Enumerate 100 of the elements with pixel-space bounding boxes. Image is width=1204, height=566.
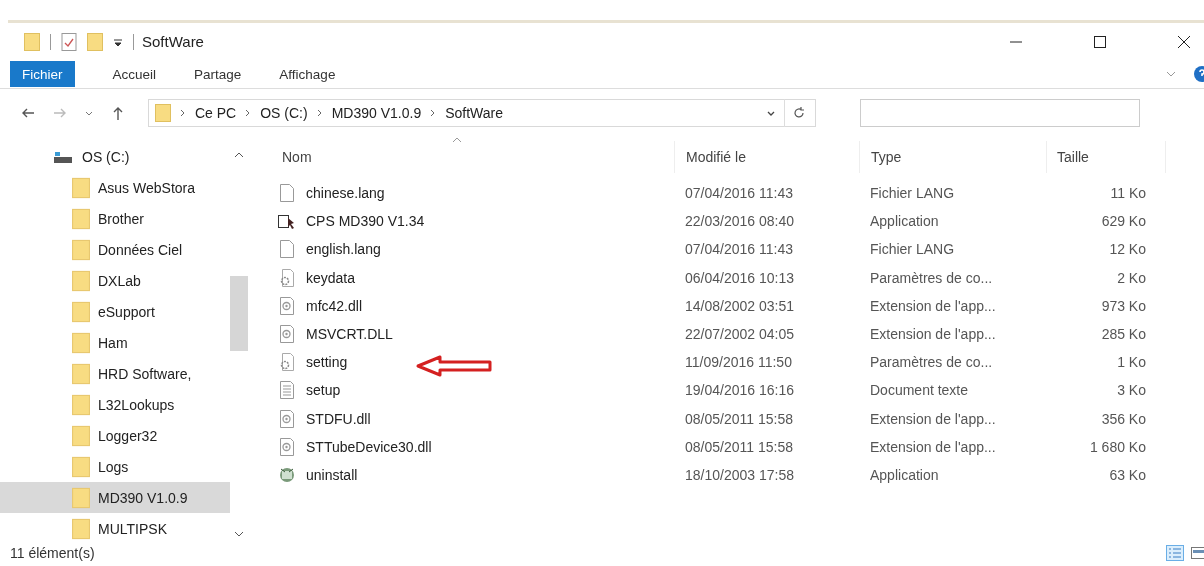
gear-file-icon: [278, 437, 296, 456]
sidebar-item[interactable]: MULTIPSK: [0, 513, 230, 540]
modified-date: 14/08/2002 03:51: [684, 297, 795, 314]
modified-date: 06/04/2016 10:13: [684, 269, 795, 286]
file-size: 63 Ko: [1108, 466, 1147, 483]
folder-icon: [72, 269, 90, 292]
customize-dropdown-icon[interactable]: [113, 36, 123, 47]
folder-icon: [72, 331, 90, 354]
settings-file-icon: [278, 353, 296, 372]
modified-date: 11/09/2016 11:50: [684, 354, 793, 371]
sidebar-item[interactable]: Logger32: [0, 420, 230, 451]
file-size: 973 Ko: [1100, 297, 1147, 314]
file-size: 1 Ko: [1116, 354, 1147, 371]
modified-date: 18/10/2003 17:58: [684, 466, 795, 483]
sidebar-item[interactable]: Données Ciel: [0, 234, 230, 265]
refresh-icon[interactable]: [791, 105, 807, 121]
sidebar-item[interactable]: eSupport: [0, 296, 230, 327]
breadcrumb[interactable]: OS (C:): [260, 105, 308, 121]
file-name[interactable]: uninstall: [306, 466, 358, 483]
file-name[interactable]: MSVCRT.DLL: [306, 326, 393, 343]
file-name[interactable]: CPS MD390 V1.34: [306, 213, 425, 230]
folder-icon: [72, 238, 90, 261]
sidebar-item[interactable]: L32Lookups: [0, 389, 230, 420]
application-icon: [278, 212, 296, 231]
ribbon-tab[interactable]: Affichage: [267, 61, 348, 87]
sidebar-item[interactable]: Logs: [0, 451, 230, 482]
file-size: 3 Ko: [1116, 382, 1147, 399]
file-type: Application: [869, 213, 940, 230]
sidebar-item[interactable]: Ham: [0, 327, 230, 358]
folder-icon: [155, 104, 171, 122]
modified-date: 08/05/2011 15:58: [684, 410, 794, 427]
file-size: 12 Ko: [1108, 241, 1147, 258]
folder-icon: [72, 517, 90, 540]
ribbon-tab[interactable]: Accueil: [100, 61, 169, 87]
file-type: Paramètres de co...: [869, 269, 994, 286]
file-size: 285 Ko: [1100, 326, 1147, 343]
text-file-icon: [278, 381, 296, 400]
file-type: Paramètres de co...: [869, 354, 994, 371]
file-type: Extension de l'app...: [869, 410, 997, 427]
column-header[interactable]: Modifié le: [674, 141, 859, 173]
folder-icon: [72, 207, 90, 230]
modified-date: 07/04/2016 11:43: [684, 185, 794, 202]
file-type: Extension de l'app...: [869, 438, 997, 455]
sidebar-item[interactable]: HRD Software,: [0, 358, 230, 389]
ribbon-tab[interactable]: Partage: [182, 61, 254, 87]
breadcrumb[interactable]: Ce PC: [195, 105, 237, 121]
file-name[interactable]: english.lang: [306, 241, 381, 258]
gear-file-icon: [278, 409, 296, 428]
scroll-up-icon[interactable]: [234, 151, 244, 159]
file-icon: [278, 184, 296, 203]
file-size: 629 Ko: [1100, 213, 1147, 230]
ribbon-tab[interactable]: Fichier: [10, 61, 75, 87]
folder-icon: [72, 176, 90, 199]
large-icons-view-icon[interactable]: [1190, 545, 1204, 561]
column-header[interactable]: Type: [859, 141, 1046, 173]
breadcrumb[interactable]: MD390 V1.0.9: [331, 105, 422, 121]
column-header[interactable]: Nom: [272, 141, 674, 173]
folder-icon: [72, 486, 90, 509]
search-field[interactable]: [860, 99, 1140, 127]
modified-date: 08/05/2011 15:58: [684, 438, 794, 455]
file-size: 356 Ko: [1100, 410, 1147, 427]
file-name[interactable]: setting: [306, 354, 348, 371]
file-size: 1 680 Ko: [1088, 438, 1147, 455]
chevron-icon: [180, 109, 186, 117]
file-name[interactable]: STDFU.dll: [306, 410, 371, 427]
column-header[interactable]: Taille: [1046, 141, 1166, 173]
sidebar-item[interactable]: MD390 V1.0.9: [0, 482, 230, 513]
file-type: Extension de l'app...: [869, 326, 997, 343]
expand-ribbon-icon[interactable]: [1166, 69, 1176, 79]
folder-icon: [72, 300, 90, 323]
file-name[interactable]: setup: [306, 382, 341, 399]
scrollbar-thumb[interactable]: [230, 276, 248, 351]
folder-icon: [72, 393, 90, 416]
chevron-icon: [245, 109, 252, 117]
sort-ascending-icon: [452, 137, 462, 143]
chevron-icon: [316, 109, 323, 117]
properties-icon[interactable]: [61, 32, 77, 51]
sidebar-item[interactable]: Brother: [0, 203, 230, 234]
file-type: Application: [869, 466, 940, 483]
scroll-down-icon[interactable]: [234, 530, 244, 538]
file-icon: [278, 240, 296, 259]
breadcrumb[interactable]: SoftWare: [445, 105, 504, 121]
file-name[interactable]: mfc42.dll: [306, 297, 363, 314]
sidebar-item[interactable]: OS (C:): [0, 141, 230, 172]
file-name[interactable]: chinese.lang: [306, 185, 385, 202]
file-type: Document texte: [869, 382, 970, 399]
settings-file-icon: [278, 268, 296, 287]
drive-icon: [52, 149, 74, 164]
file-name[interactable]: STTubeDevice30.dll: [306, 438, 432, 455]
sidebar-item[interactable]: DXLab: [0, 265, 230, 296]
address-field[interactable]: Ce PC OS (C:) MD390 V1.0.9 SoftWare: [148, 99, 816, 127]
modified-date: 07/04/2016 11:43: [684, 241, 794, 258]
maximize-icon[interactable]: [1092, 33, 1108, 50]
chevron-icon: [430, 109, 437, 117]
file-name[interactable]: keydata: [306, 269, 356, 286]
close-icon[interactable]: [1176, 33, 1192, 50]
item-count: 11 élément(s): [10, 545, 95, 561]
folder-icon: [72, 455, 90, 478]
sidebar-item[interactable]: Asus WebStora: [0, 172, 230, 203]
gear-file-icon: [278, 325, 296, 344]
